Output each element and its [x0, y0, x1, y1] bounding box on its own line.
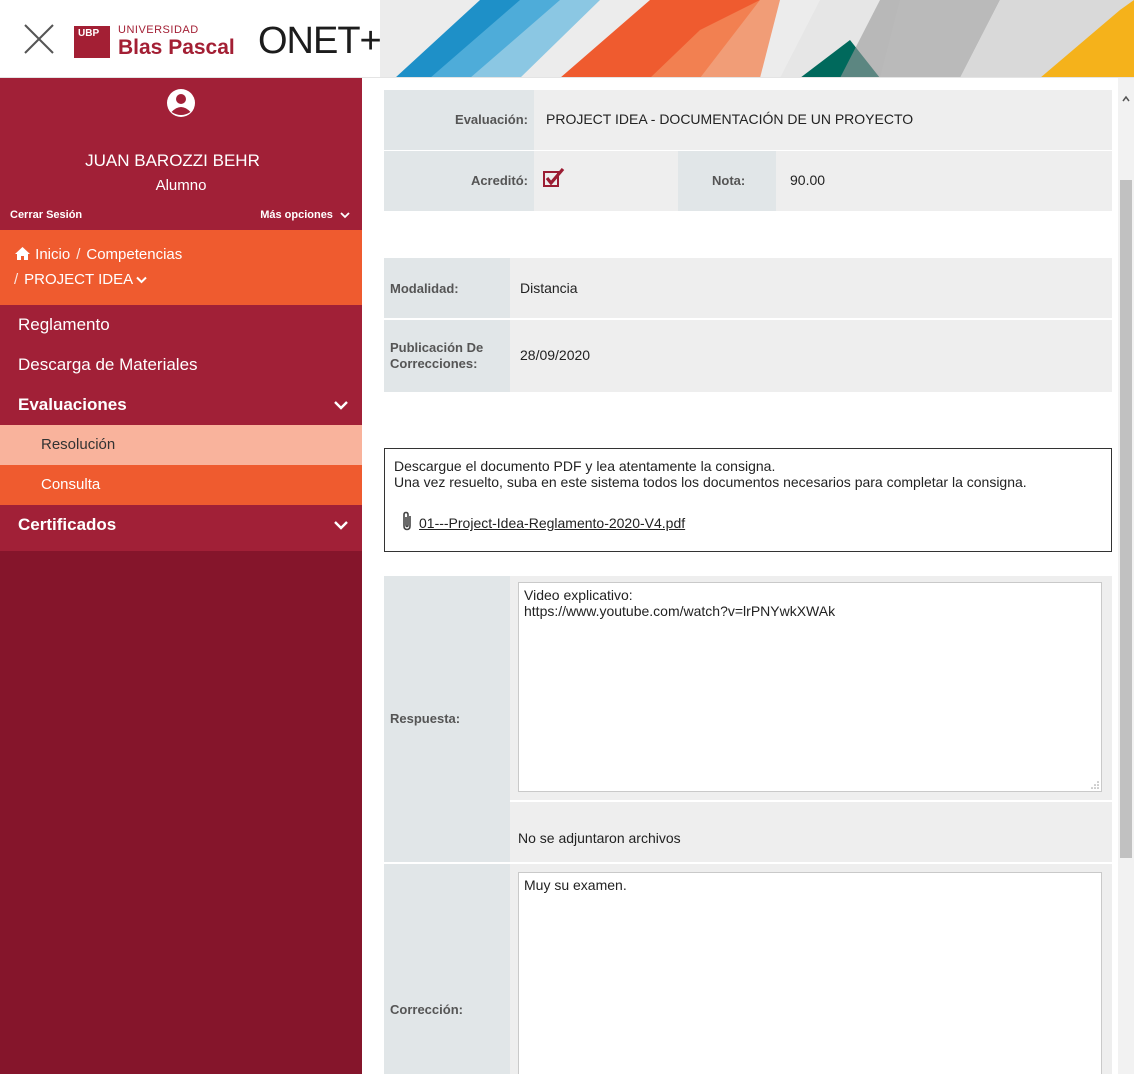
correccion-textarea[interactable]: Muy su examen.	[518, 872, 1102, 1074]
close-icon[interactable]	[22, 22, 56, 56]
row-gap	[510, 800, 1112, 802]
modalidad-label: Modalidad:	[390, 281, 459, 296]
respuesta-label-cell: Respuesta:	[384, 576, 510, 862]
evaluation-label-cell: Evaluación:	[384, 90, 534, 150]
breadcrumb-current[interactable]: PROJECT IDEA	[24, 267, 148, 292]
more-options-label: Más opciones	[260, 209, 333, 221]
response-block: Respuesta: Video explicativo: https://ww…	[384, 576, 1112, 1074]
top-header: UBP UNIVERSIDAD Blas Pascal ONET+	[0, 0, 1134, 78]
resize-grip-icon[interactable]	[1091, 781, 1099, 789]
evaluation-value: PROJECT IDEA - DOCUMENTACIÓN DE UN PROYE…	[546, 111, 914, 127]
breadcrumb-competencias[interactable]: Competencias	[86, 242, 182, 267]
modalidad-label-cell: Modalidad:	[384, 258, 510, 318]
paperclip-icon	[403, 511, 411, 531]
profile-panel: JUAN BAROZZI BEHR Alumno Cerrar Sesión M…	[0, 78, 362, 230]
scrollbar[interactable]	[1118, 78, 1134, 1074]
attachment: 01---Project-Idea-Reglamento-2020-V4.pdf	[401, 511, 685, 531]
publicacion-row: Publicación De Correcciones: 28/09/2020	[384, 320, 1112, 392]
breadcrumb: Inicio / Competencias / PROJECT IDEA	[0, 230, 362, 305]
sidebar-item-certificados[interactable]: Certificados	[0, 505, 362, 551]
ubp-badge: UBP	[74, 26, 110, 58]
nota-value: 90.00	[790, 172, 826, 188]
scroll-up-arrow-icon[interactable]	[1121, 94, 1131, 104]
publicacion-label-line2: Correcciones:	[390, 356, 478, 371]
ubp-logo-small-text: UNIVERSIDAD	[118, 24, 199, 36]
publicacion-value: 28/09/2020	[520, 347, 591, 363]
chevron-down-icon	[334, 521, 348, 530]
breadcrumb-separator: /	[76, 246, 81, 263]
publicacion-label-cell: Publicación De Correcciones:	[384, 320, 510, 392]
breadcrumb-home-label: Inicio	[35, 246, 71, 263]
nota-label-cell: Nota:	[678, 151, 776, 211]
consigna-line-2: Una vez resuelto, suba en este sistema t…	[394, 474, 1027, 490]
user-role: Alumno	[155, 177, 207, 194]
more-options-button[interactable]: Más opciones	[260, 209, 350, 221]
chevron-down-icon	[136, 276, 148, 284]
chevron-down-icon	[334, 401, 348, 410]
consigna-box: Descargue el documento PDF y lea atentam…	[384, 448, 1112, 552]
evaluation-label: Evaluación:	[455, 112, 528, 127]
sidebar-item-label: Certificados	[18, 515, 117, 534]
acredito-label: Acreditó:	[470, 173, 528, 188]
logout-link[interactable]: Cerrar Sesión	[10, 209, 82, 221]
profile-actions: Cerrar Sesión Más opciones	[10, 209, 350, 221]
onet-logo[interactable]: ONET+	[258, 20, 382, 63]
sidebar-item-reglamento[interactable]: Reglamento	[0, 305, 362, 345]
acredito-checkbox-icon	[543, 168, 565, 187]
correccion-label-cell: Corrección:	[384, 864, 510, 1074]
modalidad-row: Modalidad: Distancia	[384, 258, 1112, 318]
consigna-line-1: Descargue el documento PDF y lea atentam…	[394, 458, 776, 474]
modalidad-value: Distancia	[520, 280, 578, 296]
user-name: JUAN BAROZZI BEHR	[85, 151, 260, 170]
sidebar-item-evaluaciones[interactable]: Evaluaciones	[0, 385, 362, 425]
attachment-link[interactable]: 01---Project-Idea-Reglamento-2020-V4.pdf	[419, 515, 685, 531]
sidebar: JUAN BAROZZI BEHR Alumno Cerrar Sesión M…	[0, 78, 362, 1074]
evaluation-row: Evaluación: PROJECT IDEA - DOCUMENTACIÓN…	[384, 90, 1112, 150]
breadcrumb-home[interactable]: Inicio	[14, 242, 70, 267]
ubp-logo-big-text: Blas Pascal	[118, 36, 235, 59]
nota-label: Nota:	[712, 173, 746, 188]
respuesta-files-note: No se adjuntaron archivos	[518, 830, 681, 846]
scrollbar-thumb[interactable]	[1120, 180, 1132, 858]
breadcrumb-current-label: PROJECT IDEA	[24, 271, 133, 288]
sidebar-subitem-consulta[interactable]: Consulta	[0, 465, 362, 505]
chevron-down-icon	[340, 211, 350, 218]
breadcrumb-separator: /	[14, 271, 19, 288]
acredito-row: Acreditó: Nota: 90.00	[384, 151, 1112, 211]
respuesta-textarea[interactable]: Video explicativo: https://www.youtube.c…	[518, 582, 1102, 792]
respuesta-label: Respuesta:	[390, 711, 461, 726]
sidebar-item-label: Evaluaciones	[18, 395, 127, 414]
sidebar-subitem-resolucion[interactable]: Resolución	[0, 425, 362, 465]
sidebar-item-descarga-materiales[interactable]: Descarga de Materiales	[0, 345, 362, 385]
main-content: Evaluación: PROJECT IDEA - DOCUMENTACIÓN…	[362, 78, 1134, 1074]
home-icon	[15, 247, 30, 260]
publicacion-label-line1: Publicación De	[390, 340, 484, 355]
correccion-label: Corrección:	[390, 1002, 463, 1017]
acredito-label-cell: Acreditó:	[384, 151, 534, 211]
user-avatar-icon	[167, 89, 195, 117]
